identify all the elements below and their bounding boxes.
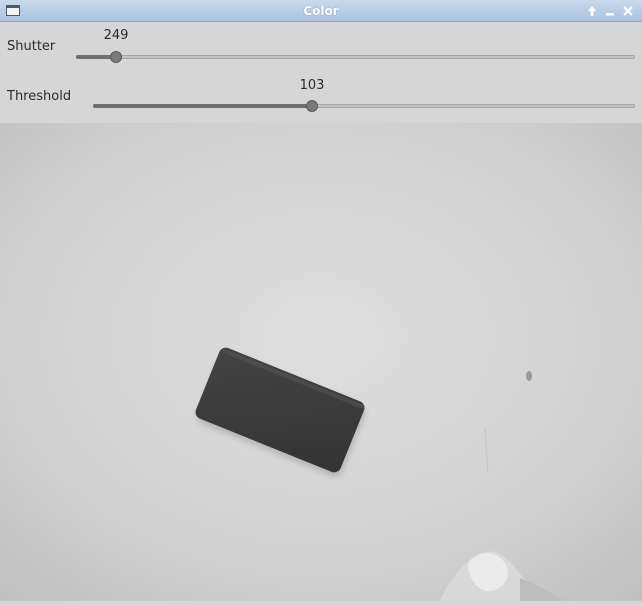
title-bar[interactable]: Color bbox=[0, 0, 642, 22]
maximize-icon[interactable] bbox=[585, 3, 599, 19]
camera-image bbox=[0, 123, 642, 601]
shutter-slider[interactable] bbox=[76, 51, 635, 63]
window-bottom-border bbox=[0, 601, 642, 606]
threshold-label: Threshold bbox=[7, 89, 72, 104]
threshold-slider[interactable] bbox=[93, 100, 635, 112]
shutter-slider-handle[interactable] bbox=[110, 51, 122, 63]
window-title: Color bbox=[303, 4, 339, 18]
close-icon[interactable] bbox=[621, 3, 635, 19]
shutter-label: Shutter bbox=[7, 39, 56, 54]
threshold-slider-fill bbox=[93, 104, 312, 108]
camera-view bbox=[0, 123, 642, 601]
minimize-icon[interactable] bbox=[603, 3, 617, 19]
threshold-slider-handle[interactable] bbox=[306, 100, 318, 112]
shutter-slider-groove[interactable] bbox=[76, 55, 635, 59]
shutter-value: 249 bbox=[103, 28, 129, 43]
surface-speck bbox=[526, 371, 532, 381]
controls-panel: Shutter 249 Threshold 103 bbox=[0, 22, 642, 123]
threshold-value: 103 bbox=[299, 78, 325, 93]
